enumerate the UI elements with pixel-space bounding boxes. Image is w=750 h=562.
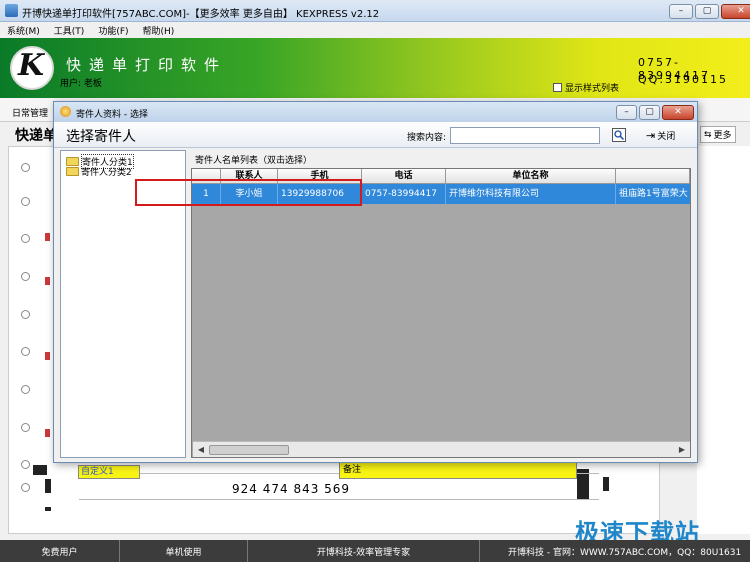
custom-field-1[interactable]: 自定义1 [78, 465, 140, 479]
sheet-mark [45, 277, 50, 285]
sheet-mark [45, 352, 50, 360]
app-name: 快递单打印软件 [66, 56, 228, 74]
more-label: 更多 [713, 131, 732, 141]
close-button[interactable]: ⇥ 关闭 [646, 127, 675, 144]
checkbox-icon[interactable] [553, 83, 562, 92]
sheet-mark [45, 233, 50, 241]
close-icon[interactable]: ✕ [662, 105, 694, 120]
punch-hole [21, 310, 30, 319]
scroll-thumb[interactable] [209, 445, 289, 455]
punch-hole [21, 460, 30, 469]
more-button[interactable]: ⇆ 更多 [700, 126, 736, 143]
exit-icon: ⇥ [646, 129, 656, 142]
punch-hole [21, 347, 30, 356]
sheet-mark [33, 465, 47, 475]
status-bar: 免费用户 单机使用 开博科技-效率管理专家 开博科技 - 官网：WWW.757A… [0, 540, 750, 562]
sheet-mark [45, 479, 51, 493]
dialog-title: 寄件人资料 - 选择 [76, 110, 148, 120]
search-label: 搜索内容: [407, 133, 447, 143]
more-icon: ⇆ [704, 129, 712, 140]
select-sender-dialog: 寄件人资料 - 选择 – ▢ ✕ 选择寄件人 搜索内容: ⇥ 关闭 寄件人分类1… [53, 101, 698, 463]
maximize-icon[interactable]: ▢ [639, 105, 660, 120]
tab-daily-management[interactable]: 日常管理 [12, 106, 48, 119]
grid-caption: 寄件人名单列表（双击选择） [195, 156, 313, 166]
row-address: 祖庙路1号富荣大 [619, 189, 688, 199]
close-label: 关闭 [657, 132, 676, 142]
punch-hole [21, 234, 30, 243]
status-website: 开博科技 - 官网：WWW.757ABC.COM，QQ：80U1631 [508, 547, 742, 558]
show-style-label: 显示样式列表 [565, 84, 620, 94]
close-icon[interactable]: ✕ [721, 4, 750, 19]
folder-icon [66, 167, 79, 176]
sheet-mark [45, 507, 51, 511]
remark-field[interactable]: 备注 [339, 461, 577, 479]
minimize-icon[interactable]: – [616, 105, 637, 120]
show-style-toggle[interactable]: 显示样式列表 [553, 81, 619, 94]
column-header-phone[interactable]: 电话 [362, 169, 446, 184]
app-icon [5, 4, 18, 17]
punch-hole [21, 163, 30, 172]
row-phone: 0757-83994417 [362, 184, 446, 204]
window-titlebar: 开博快递单打印软件[757ABC.COM]-【更多效率 更多自由】 KEXPRE… [0, 0, 750, 22]
search-icon[interactable] [612, 128, 626, 142]
scroll-left-icon[interactable]: ◀ [195, 444, 207, 456]
highlight-box [135, 179, 362, 206]
sheet-mark [603, 477, 609, 491]
window-title: 开博快递单打印软件[757ABC.COM]-【更多效率 更多自由】 KEXPRE… [22, 9, 380, 20]
menu-help[interactable]: 帮助(H) [136, 22, 182, 38]
right-panel [697, 146, 750, 534]
punch-hole [21, 423, 30, 432]
express-title: 快递单 [15, 128, 57, 144]
dialog-heading: 选择寄件人 [66, 129, 136, 145]
status-license: 免费用户 [0, 540, 120, 562]
dialog-titlebar: 寄件人资料 - 选择 – ▢ ✕ [54, 102, 697, 122]
column-header-address[interactable] [616, 169, 690, 184]
sheet-mark [45, 429, 50, 437]
row-company: 开博维尔科技有限公司 [446, 184, 616, 204]
punch-hole [21, 483, 30, 492]
barcode-digits: 924 474 843 569 [232, 482, 351, 496]
search-input[interactable] [450, 127, 600, 144]
dialog-window-controls: – ▢ ✕ [616, 105, 694, 120]
tree-item-category-2[interactable]: 寄件人分类2 [66, 165, 132, 178]
punch-hole [21, 197, 30, 206]
dialog-icon [60, 106, 71, 117]
menu-system[interactable]: 系统(M) [0, 22, 47, 38]
current-user: 用户: 老板 [60, 79, 102, 89]
minimize-icon[interactable]: – [669, 4, 693, 19]
dialog-header [54, 122, 697, 148]
menu-tools[interactable]: 工具(T) [47, 22, 92, 38]
scroll-right-icon[interactable]: ▶ [676, 444, 688, 456]
status-slogan: 开博科技-效率管理专家 [248, 540, 480, 562]
sender-grid: 联系人 手机 电话 单位名称 1 李小姐 13929988706 0757-83… [191, 168, 691, 458]
column-header-company[interactable]: 单位名称 [446, 169, 616, 184]
punch-hole [21, 385, 30, 394]
logo-letter: K [18, 48, 45, 83]
qq-number: QQ:3190115 [638, 73, 729, 86]
status-mode: 单机使用 [120, 540, 248, 562]
tree-item-label: 寄件人分类2 [81, 168, 132, 178]
window-controls: – ▢ ✕ [669, 4, 750, 19]
sheet-line [79, 499, 599, 500]
punch-hole [21, 272, 30, 281]
maximize-icon[interactable]: ▢ [695, 4, 719, 19]
menu-bar: 系统(M) 工具(T) 功能(F) 帮助(H) [0, 22, 750, 38]
horizontal-scrollbar[interactable]: ◀ ▶ [193, 441, 690, 457]
menu-functions[interactable]: 功能(F) [91, 22, 135, 38]
